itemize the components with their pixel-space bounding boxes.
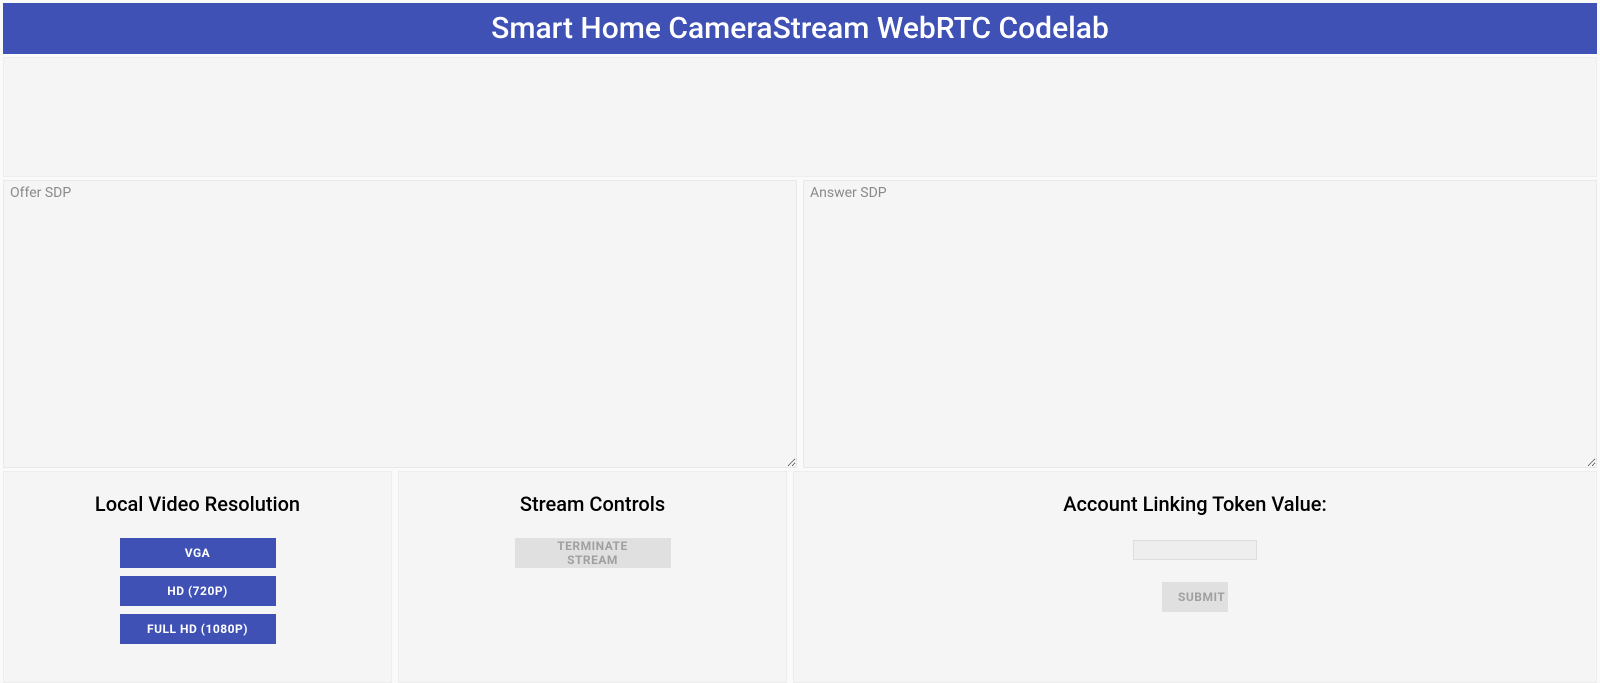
sdp-row	[3, 180, 1597, 468]
page-title: Smart Home CameraStream WebRTC Codelab	[491, 11, 1109, 46]
submit-button: SUBMIT	[1162, 582, 1228, 612]
resolution-title: Local Video Resolution	[14, 492, 381, 516]
panel-token: Account Linking Token Value: SUBMIT	[793, 471, 1597, 683]
token-title: Account Linking Token Value:	[804, 492, 1586, 516]
video-preview-area	[3, 57, 1597, 177]
hd-button[interactable]: HD (720P)	[120, 576, 276, 606]
page-header: Smart Home CameraStream WebRTC Codelab	[3, 3, 1597, 54]
token-input[interactable]	[1133, 540, 1257, 560]
panel-resolution: Local Video Resolution VGA HD (720P) FUL…	[3, 471, 392, 683]
panel-stream-controls: Stream Controls TERMINATE STREAM	[398, 471, 787, 683]
fullhd-button[interactable]: FULL HD (1080P)	[120, 614, 276, 644]
controls-row: Local Video Resolution VGA HD (720P) FUL…	[3, 471, 1597, 683]
stream-controls-title: Stream Controls	[409, 492, 776, 516]
offer-sdp-textarea[interactable]	[3, 180, 797, 468]
answer-sdp-textarea[interactable]	[803, 180, 1597, 468]
vga-button[interactable]: VGA	[120, 538, 276, 568]
terminate-stream-button: TERMINATE STREAM	[515, 538, 671, 568]
